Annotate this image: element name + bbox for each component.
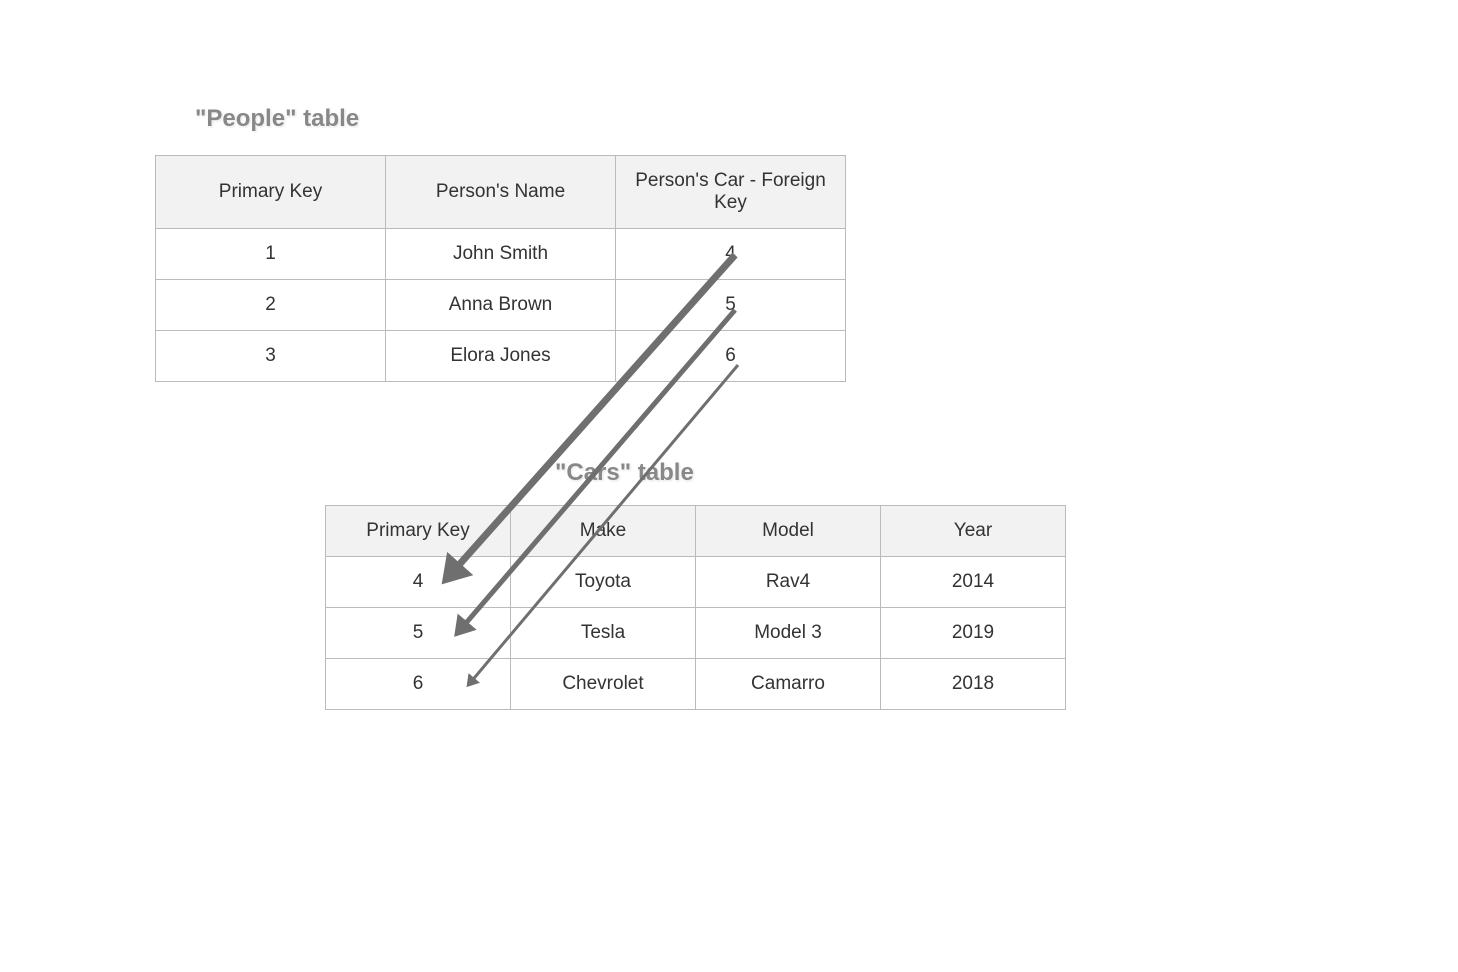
table-row: 5 Tesla Model 3 2019: [326, 608, 1066, 659]
relationship-arrows: [0, 0, 1458, 972]
col-header-model: Model: [696, 506, 881, 557]
table-row: 3 Elora Jones 6: [156, 331, 846, 382]
cell-pk: 6: [326, 659, 511, 710]
col-header-primary-key: Primary Key: [326, 506, 511, 557]
cell-pk: 3: [156, 331, 386, 382]
cell-make: Tesla: [511, 608, 696, 659]
people-table: Primary Key Person's Name Person's Car -…: [155, 155, 846, 382]
table-header-row: Primary Key Person's Name Person's Car -…: [156, 156, 846, 229]
cell-year: 2018: [881, 659, 1066, 710]
table-row: 4 Toyota Rav4 2014: [326, 557, 1066, 608]
cell-make: Toyota: [511, 557, 696, 608]
cell-name: Anna Brown: [386, 280, 616, 331]
cell-make: Chevrolet: [511, 659, 696, 710]
cell-fk: 4: [616, 229, 846, 280]
cell-pk: 5: [326, 608, 511, 659]
col-header-year: Year: [881, 506, 1066, 557]
people-table-title: "People" table: [195, 105, 359, 133]
cars-table-title: "Cars" table: [555, 459, 694, 487]
cars-table: Primary Key Make Model Year 4 Toyota Rav…: [325, 505, 1066, 710]
col-header-person-name: Person's Name: [386, 156, 616, 229]
cell-year: 2014: [881, 557, 1066, 608]
cell-name: John Smith: [386, 229, 616, 280]
cell-model: Rav4: [696, 557, 881, 608]
table-row: 6 Chevrolet Camarro 2018: [326, 659, 1066, 710]
cell-name: Elora Jones: [386, 331, 616, 382]
table-header-row: Primary Key Make Model Year: [326, 506, 1066, 557]
table-row: 1 John Smith 4: [156, 229, 846, 280]
col-header-primary-key: Primary Key: [156, 156, 386, 229]
cell-model: Camarro: [696, 659, 881, 710]
cell-model: Model 3: [696, 608, 881, 659]
col-header-foreign-key: Person's Car - Foreign Key: [616, 156, 846, 229]
col-header-make: Make: [511, 506, 696, 557]
cell-fk: 5: [616, 280, 846, 331]
cell-pk: 4: [326, 557, 511, 608]
cell-pk: 2: [156, 280, 386, 331]
table-row: 2 Anna Brown 5: [156, 280, 846, 331]
cell-year: 2019: [881, 608, 1066, 659]
cell-fk: 6: [616, 331, 846, 382]
cell-pk: 1: [156, 229, 386, 280]
